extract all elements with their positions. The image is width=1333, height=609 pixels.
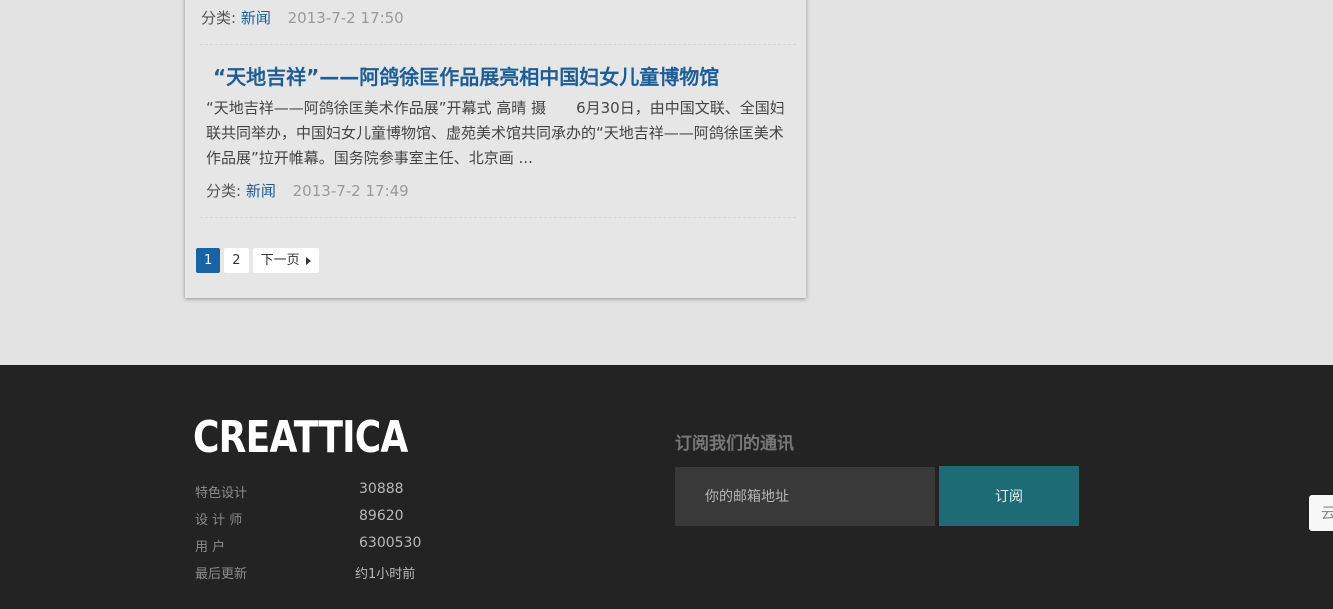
post-meta: 分类: 新闻 2013-7-2 17:49	[206, 180, 409, 201]
stat-value: 89620	[359, 508, 404, 524]
cloud-icon: 云	[1321, 504, 1333, 522]
stat-label: 设 计 师	[195, 513, 243, 528]
post-divider	[200, 44, 796, 45]
footer-logo[interactable]: CREATTICA	[193, 412, 408, 463]
newsletter-title: 订阅我们的通讯	[675, 434, 794, 454]
next-page-label: 下一页	[260, 253, 300, 268]
stat-value: 约1小时前	[355, 567, 416, 582]
post-excerpt: “天地吉祥——阿鸽徐匡美术作品展”开幕式 高晴 摄 6月30日，由中国文联、全国…	[206, 99, 785, 167]
footer: CREATTICA 特色设计 30888 设 计 师 89620 用 户 630…	[0, 365, 1333, 609]
side-float-tab[interactable]: 云	[1309, 495, 1333, 531]
email-input[interactable]	[675, 467, 935, 526]
page-1-button[interactable]: 1	[196, 248, 221, 273]
post-date: 2013-7-2 17:49	[292, 182, 409, 200]
stat-value: 30888	[359, 481, 404, 497]
category-label: 分类:	[201, 9, 237, 27]
category-link[interactable]: 新闻	[241, 9, 271, 27]
caret-right-icon	[305, 256, 311, 265]
prev-post-meta: 分类: 新闻 2013-7-2 17:50	[201, 7, 404, 28]
stat-value: 6300530	[359, 535, 422, 551]
category-link[interactable]: 新闻	[246, 182, 276, 200]
post-date: 2013-7-2 17:50	[287, 9, 404, 27]
post-divider	[200, 217, 796, 218]
next-page-button[interactable]: 下一页	[252, 248, 319, 273]
subscribe-button[interactable]: 订阅	[939, 466, 1079, 526]
stat-label: 最后更新	[195, 567, 248, 582]
post-title-link[interactable]: “天地吉祥”——阿鸽徐匡作品展亮相中国妇女儿童博物馆	[213, 61, 719, 90]
pagination: 1 2 下一页	[196, 248, 319, 273]
page-2-button[interactable]: 2	[224, 248, 249, 273]
stat-label: 用 户	[195, 540, 226, 555]
category-label: 分类:	[206, 182, 242, 200]
stat-label: 特色设计	[195, 486, 248, 501]
